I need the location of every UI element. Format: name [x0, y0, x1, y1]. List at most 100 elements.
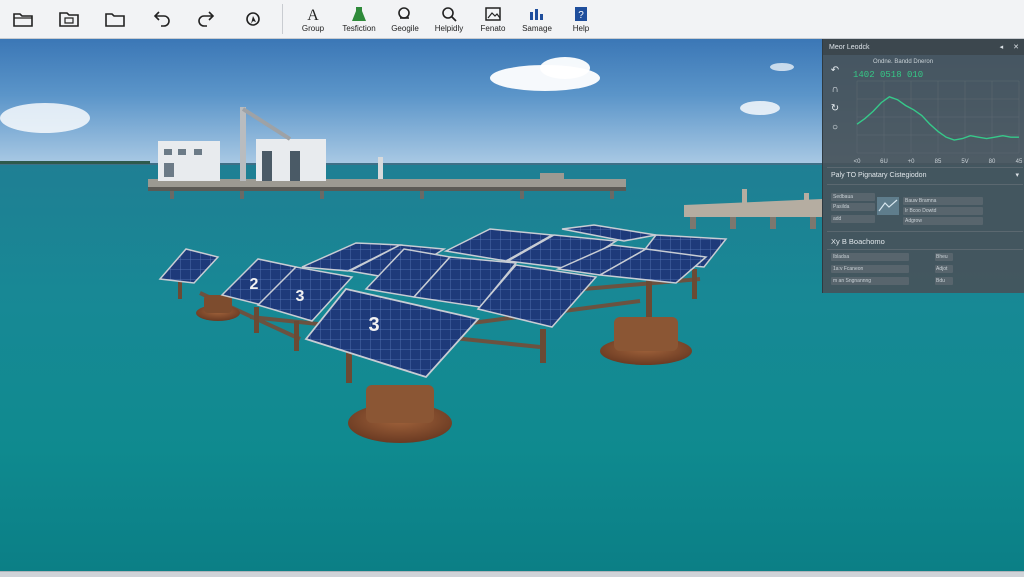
table-row[interactable]: Bauw Bramna: [903, 197, 983, 205]
fenato-label: Fenato: [480, 23, 506, 33]
main-toolbar: A Group Tesfiction Geogile Helpidly Fena…: [0, 0, 1024, 39]
zoom-icon: [442, 6, 457, 22]
row-cell: Sedbaua: [833, 194, 854, 200]
table-row[interactable]: Ibladsa: [831, 253, 909, 261]
crane-mast: [240, 107, 246, 181]
chart-x-tick-label: 85: [935, 159, 942, 165]
panel-number: 3: [296, 288, 305, 305]
search-icon: [398, 6, 410, 19]
row-cell: 1a:v Fcaneon: [833, 266, 864, 272]
chart-x-tick-label: +0: [908, 159, 916, 165]
panel-number: 2: [250, 276, 259, 293]
panel-tool-column: ↶ ∩ ↻ ○: [823, 55, 847, 175]
panel-divider: [827, 231, 1023, 232]
table-row[interactable]: Adgrow: [903, 217, 983, 225]
rotate-cursor-icon: [246, 12, 260, 26]
panel-number: 3: [368, 314, 379, 336]
table-row[interactable]: Sedbaua: [831, 193, 875, 201]
rotate-button[interactable]: [230, 0, 276, 38]
arch-tool-icon[interactable]: ∩: [831, 84, 838, 95]
table-row[interactable]: Adjot: [935, 265, 953, 273]
dropdown-chevron-icon[interactable]: ▾: [1015, 171, 1019, 179]
folder-button[interactable]: [92, 0, 138, 38]
row-cell: Bheu: [936, 254, 948, 260]
chart-x-tick-label: <0: [854, 159, 862, 165]
undo-icon: [153, 11, 170, 27]
group-label: Group: [301, 23, 325, 33]
analysis-panel: Meor Leodck ◂ ✕ ↶ ∩ ↻ ○ Ondne. Bandd Dne…: [822, 39, 1024, 293]
fenato-button[interactable]: Fenato: [471, 0, 515, 38]
point-tool-icon[interactable]: ○: [832, 122, 838, 133]
pier: [684, 189, 822, 229]
chart-x-tick-label: 6U: [880, 159, 888, 165]
section-title-secondary: Xy B Boachomo: [831, 237, 885, 246]
svg-text:?: ?: [578, 10, 584, 21]
row-cell: Adjot: [936, 266, 948, 272]
group-button[interactable]: A Group: [291, 0, 335, 38]
distant-shoreline: [0, 161, 150, 164]
samage-button[interactable]: Samage: [515, 0, 559, 38]
table-row[interactable]: Bheu: [935, 253, 953, 261]
panel-controls: ◂ ✕: [1000, 43, 1019, 51]
helpidly-button[interactable]: Helpidly: [427, 0, 471, 38]
folder-open-icon: [13, 13, 33, 27]
tesfiction-button[interactable]: Tesfiction: [335, 0, 383, 38]
table-row[interactable]: m an Sngnannng: [831, 277, 909, 285]
curve-tool-icon[interactable]: ↶: [831, 65, 839, 76]
image-icon: [485, 6, 501, 21]
open-folder-button[interactable]: [0, 0, 46, 38]
chart-plot: <0 6U +0 85 5V 80 45: [854, 80, 1023, 165]
undo-button[interactable]: [138, 0, 184, 38]
table-row[interactable]: Bdu: [935, 277, 953, 285]
panel-title: Meor Leodck: [829, 43, 870, 51]
tesfiction-label: Tesfiction: [342, 23, 376, 33]
samage-label: Samage: [522, 23, 552, 33]
close-icon[interactable]: ✕: [1013, 43, 1019, 51]
toolbar-separator: [282, 4, 283, 34]
row-cell: add: [833, 216, 842, 222]
chart-x-tick-label: 5V: [961, 159, 968, 165]
rusty-float: [366, 385, 434, 423]
toolbar-file-group: [0, 0, 276, 38]
table-row[interactable]: add: [831, 215, 875, 223]
loop-tool-icon[interactable]: ↻: [831, 103, 839, 114]
panel-divider: [827, 167, 1023, 168]
table-row[interactable]: Ir Bcoo Dowtd: [903, 207, 983, 215]
panel-header: Meor Leodck ◂ ✕: [823, 39, 1024, 55]
redo-button[interactable]: [184, 0, 230, 38]
chart-x-tick-label: 45: [1016, 159, 1023, 165]
folder-icon: [105, 13, 125, 27]
row-cell: Ibladsa: [833, 254, 850, 260]
row-cell: Adgrow: [905, 218, 922, 224]
mini-chart-icon: [878, 199, 898, 212]
signal-chart: Ondne. Bandd Dneron 1402 0518 010 <0 6U +0…: [849, 57, 1023, 167]
redo-icon: [198, 11, 215, 27]
rusty-float: [204, 295, 232, 313]
collapse-left-icon[interactable]: ◂: [1000, 43, 1004, 51]
help-button[interactable]: ? Help: [559, 0, 603, 38]
bar-chart-icon: [530, 8, 543, 20]
row-cell: Pasilda: [833, 204, 850, 210]
geogile-button[interactable]: Geogile: [383, 0, 427, 38]
rusty-float: [614, 317, 678, 351]
svg-text:A: A: [307, 7, 319, 22]
geogile-label: Geogile: [391, 23, 419, 33]
crane-arm: [241, 107, 292, 141]
row-cell: m an Sngnannng: [833, 278, 872, 284]
table-row[interactable]: Pasilda: [831, 203, 875, 211]
help-label: Help: [572, 23, 590, 33]
toolbar-tools-group: A Group Tesfiction Geogile Helpidly Fena…: [291, 0, 603, 38]
folder-save-icon: [59, 12, 79, 27]
helpidly-label: Helpidly: [434, 23, 464, 33]
save-button[interactable]: [46, 0, 92, 38]
status-bar: [0, 571, 1024, 577]
letter-a-icon: A: [307, 7, 319, 22]
section-title-primary: Paly TO Pignatary Cistegiodon: [831, 172, 927, 179]
chart-x-tick-label: 80: [989, 159, 996, 165]
flask-icon: [352, 6, 366, 21]
mini-chart-thumbnail[interactable]: [877, 197, 899, 215]
table-row[interactable]: 1a:v Fcaneon: [831, 265, 909, 273]
help-book-icon: ?: [575, 6, 587, 21]
panel-divider: [827, 249, 1023, 250]
row-cell: Ir Bcoo Dowtd: [905, 208, 937, 214]
